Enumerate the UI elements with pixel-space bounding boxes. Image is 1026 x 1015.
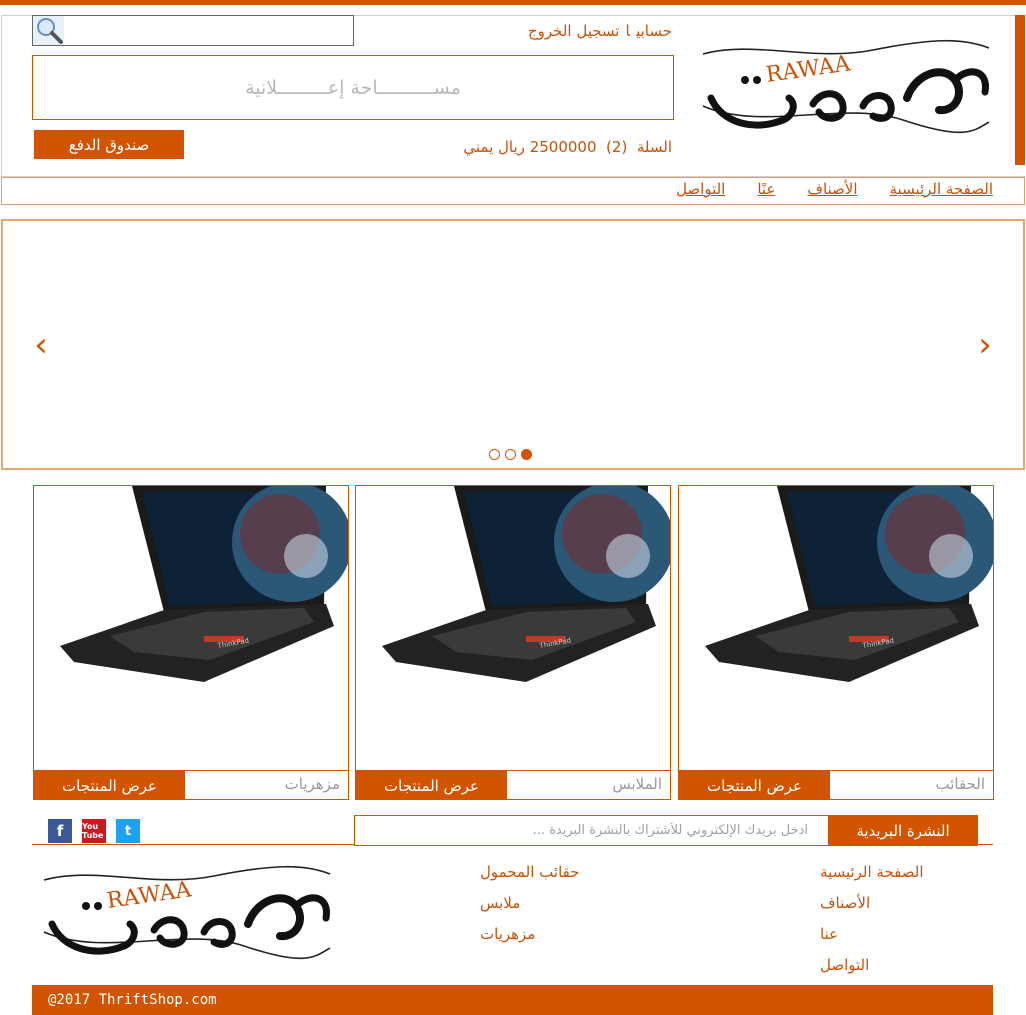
footer-link-categories[interactable]: الأصناف [820,888,870,919]
facebook-icon[interactable]: f [48,819,72,843]
cart-label: السلة [636,138,672,156]
logo-text: RAWAA [764,51,853,88]
product-card-footer: عرض المنتجات مزهريات [34,770,348,800]
view-products-button[interactable]: عرض المنتجات [679,771,830,800]
product-category-label: الملابس [612,775,662,793]
slider-dot-3[interactable] [521,449,532,460]
footer-links-main: الصفحة الرئيسية الأصناف عنا التواصل [820,857,980,981]
laptop-image[interactable]: ThinkPad [356,486,670,686]
account-separator: ا [625,22,631,40]
social-links: f You Tube t [48,819,140,843]
chevron-left-icon[interactable]: ‹ [28,326,54,364]
footer-logo[interactable]: RAWAA [32,862,334,966]
slider-dot-2[interactable] [505,449,516,460]
newsletter-email-input[interactable] [354,815,828,846]
product-card: ThinkPad عرض المنتجات الحقائب [678,485,994,800]
footer-link-about[interactable]: عنا [820,919,838,950]
laptop-image[interactable]: ThinkPad [679,486,993,686]
product-category-label: مزهريات [284,775,340,793]
footer-links-categories: حقائب المحمول ملابس مزهريات [480,857,660,950]
nav-contact[interactable]: التواصل [676,180,725,198]
product-category-label: الحقائب [935,775,985,793]
account-links: حسابي ا تسجيل الخروج [440,22,672,40]
footer-link-vases[interactable]: مزهريات [480,919,535,950]
search-icon[interactable] [33,16,64,45]
laptop-image[interactable]: ThinkPad [34,486,348,686]
footer-link-clothes[interactable]: ملابس [480,888,520,919]
view-products-button[interactable]: عرض المنتجات [34,771,185,800]
nav-categories[interactable]: الأصناف [807,180,857,198]
nav-home[interactable]: الصفحة الرئيسية [890,180,994,198]
product-card: ThinkPad عرض المنتجات مزهريات [33,485,349,800]
product-card-footer: عرض المنتجات الحقائب [679,770,993,800]
twitter-icon[interactable]: t [116,819,140,843]
slider-dots [489,449,532,460]
account-link[interactable]: حسابي [636,22,672,40]
logo-graphic: RAWAA [702,39,990,134]
main-nav: الصفحة الرئيسية الأصناف عنًا التواصل [600,180,993,198]
chevron-right-icon[interactable]: › [972,326,998,364]
newsletter-label: النشرة البريدية [828,815,978,846]
ad-space-banner[interactable]: مســــــــــاحة إعـــــــــلانية [32,55,674,120]
logout-link[interactable]: تسجيل الخروج [528,22,620,40]
footer-logo-text: RAWAA [105,877,194,914]
cart-summary[interactable]: السلة (2) 2500000 ريال يمني [400,138,672,156]
copyright-bar: @2017 ThriftShop.com [32,985,993,1015]
cart-count: (2) [606,138,628,156]
image-slider [1,219,1025,470]
footer-link-contact[interactable]: التواصل [820,950,869,981]
footer-logo-graphic: RAWAA [43,865,331,960]
slider-dot-1[interactable] [489,449,500,460]
footer-link-laptop-bags[interactable]: حقائب المحمول [480,857,580,888]
site-logo[interactable]: RAWAA [693,36,993,140]
nav-about[interactable]: عنًا [757,180,775,198]
product-card-footer: عرض المنتجات الملابس [356,770,670,800]
product-card: ThinkPad عرض المنتجات الملابس [355,485,671,800]
view-products-button[interactable]: عرض المنتجات [356,771,507,800]
cart-total: 2500000 ريال يمني [463,138,597,156]
search-input[interactable] [66,17,351,44]
top-accent-bar [0,0,1026,5]
youtube-icon[interactable]: You Tube [82,819,106,843]
checkout-button[interactable]: صندوق الدفع [34,130,184,159]
header-side-accent [1015,15,1025,165]
footer-link-home[interactable]: الصفحة الرئيسية [820,857,924,888]
